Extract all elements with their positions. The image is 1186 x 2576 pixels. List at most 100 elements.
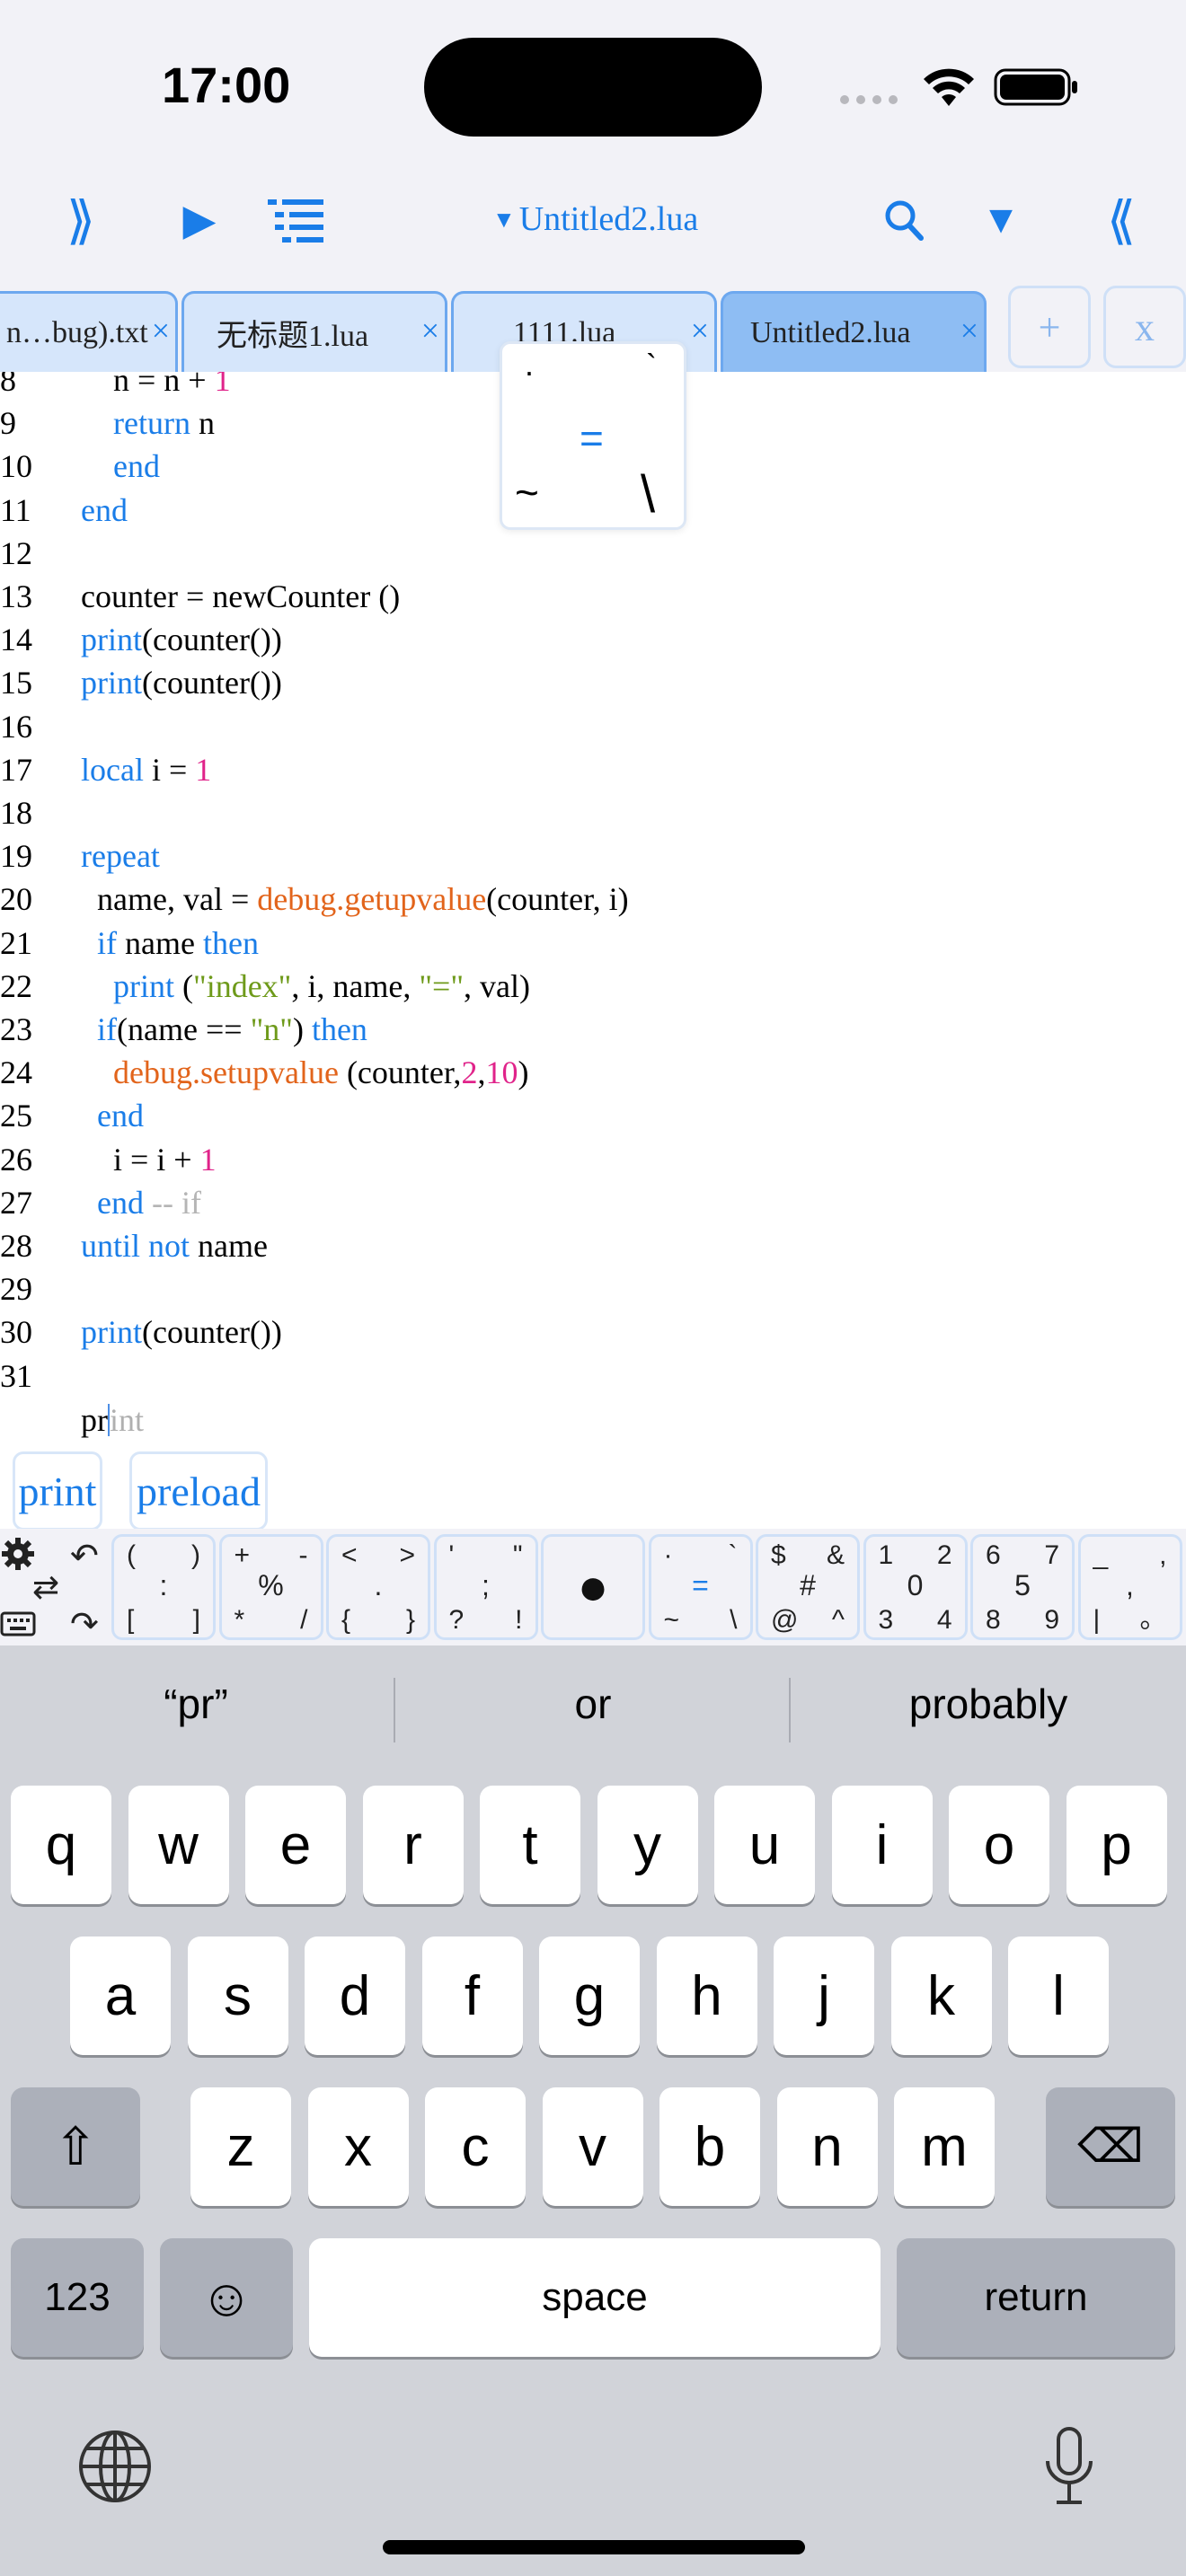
redo-icon[interactable]: ↷ xyxy=(70,1604,110,1644)
file-title-dropdown[interactable]: ▼ Untitled2.lua xyxy=(492,199,698,239)
prediction-1[interactable]: “pr” xyxy=(16,1680,376,1728)
symbol-key[interactable]: 6 758 9 xyxy=(970,1534,1075,1640)
key-n[interactable]: n xyxy=(776,2087,878,2206)
symbol-key-char: ~ xyxy=(663,1605,680,1635)
return-key[interactable]: return xyxy=(897,2238,1175,2357)
suggestion-preload[interactable]: preload xyxy=(129,1451,268,1531)
key-u[interactable]: u xyxy=(714,1786,815,1904)
undo-icon[interactable]: ↶ xyxy=(70,1536,110,1575)
key-j[interactable]: j xyxy=(774,1936,874,2055)
key-a[interactable]: a xyxy=(70,1936,171,2055)
key-e[interactable]: e xyxy=(245,1786,346,1904)
popup-symbol[interactable]: \ xyxy=(641,464,655,525)
home-indicator xyxy=(383,2540,805,2554)
filter-icon[interactable]: ▼ xyxy=(974,190,1028,250)
symbol-key-char: ( xyxy=(127,1540,136,1570)
key-v[interactable]: v xyxy=(542,2087,643,2206)
symbol-key[interactable]: < >. {} xyxy=(326,1534,430,1640)
line-number: 18 xyxy=(0,795,32,831)
key-l[interactable]: l xyxy=(1008,1936,1109,2055)
symbol-key[interactable]: 1 203 4 xyxy=(863,1534,968,1640)
tab-untitled1-lua[interactable]: 无标题1.lua × xyxy=(181,291,447,372)
add-tab-button[interactable]: + xyxy=(1008,286,1091,368)
close-icon[interactable]: × xyxy=(421,312,439,349)
symbol-key[interactable]: $ & # @ ^ xyxy=(756,1534,860,1640)
prediction-divider xyxy=(394,1678,395,1742)
key-y[interactable]: y xyxy=(597,1786,698,1904)
close-icon[interactable]: × xyxy=(152,312,170,349)
cellular-icon xyxy=(839,93,902,104)
dynamic-island xyxy=(424,38,762,137)
key-i[interactable]: i xyxy=(831,1786,933,1904)
key-f[interactable]: f xyxy=(421,1936,523,2055)
key-g[interactable]: g xyxy=(539,1936,640,2055)
line-number: 8 xyxy=(0,372,16,398)
code-line: name, val = debug.getupvalue(counter, i) xyxy=(81,881,629,918)
symbol-key-char: > xyxy=(399,1540,415,1570)
key-d[interactable]: d xyxy=(305,1936,405,2055)
search-icon[interactable] xyxy=(882,196,925,246)
outline-list-icon[interactable] xyxy=(268,198,325,248)
symbol-key[interactable]: (): [] xyxy=(111,1534,216,1640)
popup-symbol[interactable]: = xyxy=(580,414,604,463)
prediction-3[interactable]: probably xyxy=(809,1680,1168,1728)
key-m[interactable]: m xyxy=(894,2087,995,2206)
collapse-right-icon[interactable]: ⟪ xyxy=(1094,189,1148,251)
space-key[interactable]: space xyxy=(309,2238,881,2357)
symbol-key-char: : xyxy=(159,1569,168,1601)
tab-bug-txt[interactable]: n…bug).txt × xyxy=(0,291,178,372)
symbol-key-char: 0 xyxy=(907,1569,924,1601)
collapse-left-icon[interactable]: ⟫ xyxy=(54,189,108,251)
backspace-key[interactable]: ⌫ xyxy=(1046,2087,1175,2206)
tab-untitled2-lua[interactable]: Untitled2.lua × xyxy=(721,291,987,372)
key-h[interactable]: h xyxy=(656,1936,757,2055)
symbol-key-char: = xyxy=(692,1569,709,1601)
swap-icon[interactable]: ⇄ xyxy=(32,1568,75,1608)
numbers-key[interactable]: 123 xyxy=(11,2238,144,2357)
code-line: counter = newCounter () xyxy=(81,578,401,614)
symbol-key[interactable]: ' ";?! xyxy=(433,1534,538,1640)
symbol-key-char: _ xyxy=(1093,1540,1109,1570)
line-number: 24 xyxy=(0,1054,32,1091)
emoji-key[interactable]: ☺ xyxy=(160,2238,293,2357)
line-number: 25 xyxy=(0,1098,32,1134)
symbol-key[interactable]: · ` = ~ \ xyxy=(648,1534,753,1640)
key-k[interactable]: k xyxy=(890,1936,992,2055)
key-c[interactable]: c xyxy=(425,2087,526,2206)
key-r[interactable]: r xyxy=(362,1786,464,1904)
close-icon[interactable]: × xyxy=(960,312,978,349)
code-editor[interactable]: 8 n = n + 1 9 return n 10 end 11 end 12 13 coun… xyxy=(0,372,1186,1450)
line-number: 31 xyxy=(0,1357,32,1394)
key-x[interactable]: x xyxy=(307,2087,409,2206)
settings-icon[interactable] xyxy=(0,1536,36,1572)
close-all-tabs-button[interactable]: x xyxy=(1103,286,1186,368)
key-q[interactable]: q xyxy=(11,1786,111,1904)
key-s[interactable]: s xyxy=(187,1936,288,2055)
key-w[interactable]: w xyxy=(128,1786,229,1904)
symbol-key[interactable]: + -% * / xyxy=(218,1534,323,1640)
line-number: 26 xyxy=(0,1141,32,1178)
key-p[interactable]: p xyxy=(1066,1786,1167,1904)
popup-symbol[interactable]: · xyxy=(524,353,535,391)
run-icon[interactable]: ▶ xyxy=(173,189,226,251)
globe-icon[interactable] xyxy=(77,2429,153,2504)
popup-symbol[interactable]: ~ xyxy=(515,468,539,516)
symbol-key[interactable]: _,, |。 xyxy=(1077,1534,1182,1640)
shift-key[interactable]: ⇧ xyxy=(11,2087,140,2206)
code-line: print(counter()) xyxy=(81,622,282,658)
symbol-key-char: ● xyxy=(577,1557,609,1616)
symbol-key[interactable]: ● xyxy=(541,1534,645,1640)
key-z[interactable]: z xyxy=(190,2087,291,2206)
symbol-key-char: 。 xyxy=(1139,1604,1167,1634)
key-t[interactable]: t xyxy=(480,1786,580,1904)
prediction-2[interactable]: or xyxy=(413,1680,773,1728)
code-line: if name then xyxy=(97,924,259,961)
keyboard-toggle-icon[interactable] xyxy=(0,1610,36,1638)
key-o[interactable]: o xyxy=(949,1786,1049,1904)
suggestion-print[interactable]: print xyxy=(13,1451,102,1531)
popup-symbol[interactable]: ` xyxy=(646,348,657,385)
close-icon[interactable]: × xyxy=(691,312,709,349)
code-line: until not name xyxy=(81,1228,268,1264)
microphone-icon[interactable] xyxy=(1042,2425,1096,2508)
key-b[interactable]: b xyxy=(659,2087,760,2206)
